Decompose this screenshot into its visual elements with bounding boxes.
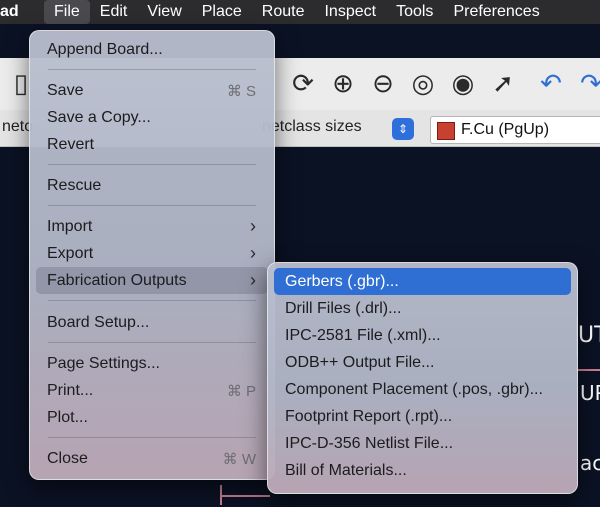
menu-file[interactable]: File xyxy=(44,0,90,24)
pcb-silkscreen-text: UT xyxy=(578,323,600,348)
menu-separator xyxy=(48,164,256,165)
menu-item-odb-output[interactable]: ODB++ Output File... xyxy=(274,349,571,376)
zoom-in-icon[interactable]: ⊕ xyxy=(326,66,360,100)
zoom-selection-icon[interactable]: ➚ xyxy=(486,66,520,100)
menu-item-save[interactable]: Save ⌘ S xyxy=(36,77,268,104)
menu-item-page-settings[interactable]: Page Settings... xyxy=(36,350,268,377)
chevron-right-icon: › xyxy=(250,270,256,290)
menu-item-append-board[interactable]: Append Board... xyxy=(36,36,268,63)
menu-item-bill-of-materials[interactable]: Bill of Materials... xyxy=(274,457,571,484)
menu-preferences[interactable]: Preferences xyxy=(443,0,549,24)
pcb-silkscreen-text: UP xyxy=(580,381,600,405)
pcb-outline xyxy=(576,369,600,371)
menu-item-import[interactable]: Import › xyxy=(36,213,268,240)
fabrication-outputs-submenu: Gerbers (.gbr)... Drill Files (.drl)... … xyxy=(267,262,578,494)
layer-color-swatch xyxy=(437,122,455,140)
menu-separator xyxy=(48,69,256,70)
menu-tools[interactable]: Tools xyxy=(386,0,443,24)
zoom-objects-icon[interactable]: ◉ xyxy=(446,66,480,100)
menu-view[interactable]: View xyxy=(137,0,191,24)
menu-place[interactable]: Place xyxy=(192,0,252,24)
menu-separator xyxy=(48,300,256,301)
menu-separator xyxy=(48,342,256,343)
pcb-outline xyxy=(220,495,270,497)
menu-item-drill-files[interactable]: Drill Files (.drl)... xyxy=(274,295,571,322)
menu-item-footprint-report[interactable]: Footprint Report (.rpt)... xyxy=(274,403,571,430)
menu-item-component-placement[interactable]: Component Placement (.pos, .gbr)... xyxy=(274,376,571,403)
zoom-fit-icon[interactable]: ◎ xyxy=(406,66,440,100)
menu-item-ipc-d-356-netlist[interactable]: IPC-D-356 Netlist File... xyxy=(274,430,571,457)
file-menu: Append Board... Save ⌘ S Save a Copy... R… xyxy=(29,30,275,480)
menu-route[interactable]: Route xyxy=(252,0,315,24)
chevron-right-icon: › xyxy=(250,243,256,263)
app-menu[interactable]: ad xyxy=(0,0,44,24)
zoom-out-icon[interactable]: ⊖ xyxy=(366,66,400,100)
menu-item-export[interactable]: Export › xyxy=(36,240,268,267)
menu-item-rescue[interactable]: Rescue xyxy=(36,172,268,199)
menu-item-plot[interactable]: Plot... xyxy=(36,404,268,431)
select-stepper-icon[interactable]: ⇕ xyxy=(392,118,414,140)
menu-item-ipc-2581[interactable]: IPC-2581 File (.xml)... xyxy=(274,322,571,349)
menu-item-save-copy[interactable]: Save a Copy... xyxy=(36,104,268,131)
refresh-icon[interactable]: ⟳ xyxy=(286,66,320,100)
redo-icon[interactable]: ↷ xyxy=(574,66,600,100)
menu-separator xyxy=(48,205,256,206)
menu-item-gerbers[interactable]: Gerbers (.gbr)... xyxy=(274,268,571,295)
chevron-right-icon: › xyxy=(250,216,256,236)
menu-inspect[interactable]: Inspect xyxy=(314,0,386,24)
menu-item-print[interactable]: Print... ⌘ P xyxy=(36,377,268,404)
menu-item-close[interactable]: Close ⌘ W xyxy=(36,445,268,472)
layer-select[interactable]: F.Cu (PgUp) xyxy=(430,116,600,144)
via-size-select[interactable]: netclass sizes xyxy=(262,118,362,136)
menu-item-fabrication-outputs[interactable]: Fabrication Outputs › xyxy=(36,267,268,294)
menu-edit[interactable]: Edit xyxy=(90,0,138,24)
layer-label: F.Cu (PgUp) xyxy=(461,121,550,138)
menu-bar: ad File Edit View Place Route Inspect To… xyxy=(0,0,600,24)
undo-icon[interactable]: ↶ xyxy=(534,66,568,100)
menu-item-revert[interactable]: Revert xyxy=(36,131,268,158)
menu-separator xyxy=(48,437,256,438)
menu-item-board-setup[interactable]: Board Setup... xyxy=(36,309,268,336)
pcb-silkscreen-text: ac xyxy=(580,451,600,475)
